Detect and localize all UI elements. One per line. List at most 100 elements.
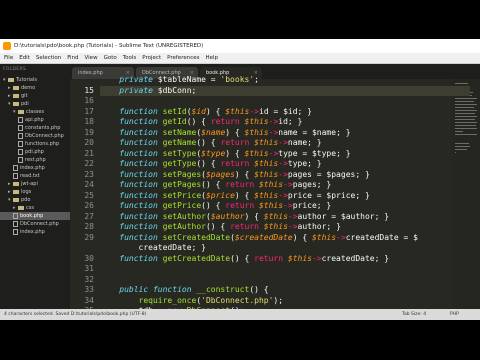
code-token: function bbox=[119, 148, 163, 158]
code-line[interactable]: function setId($id) { $this->id = $id; } bbox=[100, 107, 312, 118]
menu-item-selection[interactable]: Selection bbox=[36, 53, 61, 63]
code-line[interactable]: function getPrice() { return $this->pric… bbox=[100, 201, 331, 212]
minimap-line bbox=[455, 98, 477, 99]
minimap-line bbox=[455, 128, 477, 129]
code-token: return bbox=[230, 222, 264, 231]
code-token: getCreatedDate bbox=[162, 253, 231, 263]
code-line[interactable]: function getCreatedDate() { return $this… bbox=[100, 254, 389, 265]
sidebar-file[interactable]: read.txt bbox=[0, 172, 70, 180]
code-token: ) { bbox=[244, 211, 264, 221]
line-number: 17 bbox=[84, 106, 94, 116]
menu-item-file[interactable]: File bbox=[4, 53, 13, 63]
menu-item-project[interactable]: Project bbox=[142, 53, 161, 63]
code-line[interactable]: function getPages() { return $this->page… bbox=[100, 180, 331, 191]
code-token: getPrice bbox=[162, 201, 202, 210]
file-icon bbox=[13, 212, 18, 219]
sidebar-folder[interactable]: ▾ Tutorials bbox=[0, 76, 70, 84]
menu-item-help[interactable]: Help bbox=[205, 53, 218, 63]
sidebar-folder[interactable]: ▸ logs bbox=[0, 188, 70, 196]
sidebar-folder[interactable]: ▸ css bbox=[0, 204, 70, 212]
code-line[interactable]: function setCreatedDate($createdDate) { … bbox=[100, 233, 418, 244]
code-line[interactable]: function getId() { return $this->id; } bbox=[100, 117, 302, 128]
sidebar-file[interactable]: api.php bbox=[0, 116, 70, 124]
sidebar-file[interactable]: book.php bbox=[0, 212, 70, 220]
sidebar-folder[interactable]: ▸ git bbox=[0, 92, 70, 100]
code-token: () { bbox=[201, 201, 226, 210]
sidebar-file[interactable]: pdi.php bbox=[0, 148, 70, 156]
code-token: $type bbox=[201, 148, 226, 158]
code-line[interactable]: private $tableName = 'books'; bbox=[100, 75, 259, 86]
sidebar-file[interactable]: constants.php bbox=[0, 124, 70, 132]
menu-item-view[interactable]: View bbox=[85, 53, 98, 63]
code-line[interactable]: public function __construct() { bbox=[100, 285, 268, 296]
code-line[interactable]: createdDate; } bbox=[100, 243, 206, 254]
code-line[interactable]: function setType($type) { $this->type = … bbox=[100, 148, 350, 160]
code-token: name = $name; } bbox=[278, 127, 351, 137]
minimap-line bbox=[455, 143, 469, 144]
code-line[interactable]: require_once('DbConnect.php'); bbox=[100, 295, 284, 307]
sidebar-item-label: pdo bbox=[21, 197, 31, 203]
code-token: ) { bbox=[225, 127, 245, 137]
code-line[interactable]: function setName($name) { $this->name = … bbox=[100, 127, 351, 139]
code-line[interactable]: function getAuthor() { return $this->aut… bbox=[100, 222, 341, 233]
code-token: createdDate; } bbox=[119, 243, 206, 252]
sidebar-item-label: api.php bbox=[25, 117, 44, 123]
sidebar-folder[interactable]: ▸ jwt-api bbox=[0, 180, 70, 188]
code-token: public function bbox=[119, 285, 197, 294]
code-line[interactable]: function setPages($pages) { $this->pages… bbox=[100, 170, 370, 181]
sidebar-file[interactable]: DbConnect.php bbox=[0, 220, 70, 228]
minimap-line bbox=[455, 110, 477, 111]
code-editor[interactable]: 15 16 17 18 19 20 21 22 23 24 25 26 27 28 29 30 31 32 33 34… bbox=[70, 75, 480, 320]
menu-item-tools[interactable]: Tools bbox=[123, 53, 137, 63]
sidebar-file[interactable]: rest.php bbox=[0, 156, 70, 164]
tab-size-indicator[interactable]: Tab Size: 4 bbox=[402, 309, 426, 320]
video-letterbox-bottom bbox=[0, 320, 480, 360]
code-token: setCreatedDate bbox=[162, 232, 231, 242]
code-token: pages; } bbox=[292, 180, 332, 189]
code-token: return bbox=[220, 138, 255, 147]
code-line[interactable]: function getType() { return $this->type;… bbox=[100, 159, 321, 170]
folder-icon bbox=[18, 109, 24, 114]
code-line[interactable]: private $dbConn; bbox=[100, 85, 470, 96]
menu-item-goto[interactable]: Goto bbox=[104, 53, 117, 63]
sidebar-file[interactable]: index.php bbox=[0, 228, 70, 236]
sidebar-item-label: index.php bbox=[20, 229, 45, 235]
sidebar-file[interactable]: functions.php bbox=[0, 140, 70, 148]
code-token: -> bbox=[278, 138, 288, 147]
line-number: 24 bbox=[84, 180, 94, 189]
minimap[interactable] bbox=[452, 79, 480, 309]
code-line[interactable] bbox=[100, 96, 119, 107]
code-token: () { bbox=[201, 180, 226, 189]
sidebar-folder[interactable]: ▾ classes bbox=[0, 108, 70, 116]
code-token: -> bbox=[336, 232, 346, 242]
sidebar-file[interactable]: index.php bbox=[0, 164, 70, 172]
sidebar-folder[interactable]: ▾ pdi bbox=[0, 100, 70, 108]
code-token: private bbox=[119, 75, 158, 84]
menu-item-find[interactable]: Find bbox=[67, 53, 78, 63]
code-line[interactable] bbox=[100, 275, 119, 286]
code-line[interactable]: function setAuthor($author) { $this->aut… bbox=[100, 212, 389, 223]
code-token: require_once bbox=[138, 295, 197, 305]
sidebar-file[interactable]: DbConnect.php bbox=[0, 132, 70, 140]
menu-item-preferences[interactable]: Preferences bbox=[167, 53, 199, 63]
menu-item-edit[interactable]: Edit bbox=[19, 53, 30, 63]
sidebar-item-label: demo bbox=[21, 85, 36, 91]
file-icon bbox=[18, 116, 23, 123]
folder-icon bbox=[13, 189, 19, 194]
code-line[interactable]: function setPrice($price) { $this->price… bbox=[100, 191, 370, 202]
code-line[interactable] bbox=[100, 264, 119, 275]
code-token: ) { bbox=[292, 232, 312, 242]
code-token: -> bbox=[268, 127, 279, 137]
syntax-indicator[interactable]: PHP bbox=[450, 309, 459, 320]
code-line[interactable]: function getName() { return $this->name;… bbox=[100, 138, 322, 149]
sidebar-folder[interactable]: ▾ pdo bbox=[0, 196, 70, 204]
code-token: name; } bbox=[287, 138, 322, 147]
sidebar-folder[interactable]: ▸ demo bbox=[0, 84, 70, 92]
